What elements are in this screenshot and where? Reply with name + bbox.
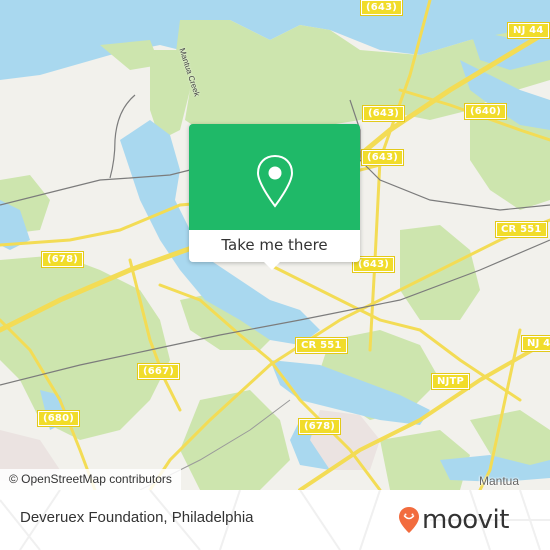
map-view[interactable]: Mantua Creek (643) NJ 44 (643) (640) (64… [0, 0, 550, 490]
moovit-pin-icon [399, 507, 419, 533]
road-shield-678: (678) [297, 418, 342, 435]
take-me-there-button[interactable]: Take me there [189, 230, 360, 262]
road-shield-640: (640) [463, 103, 508, 120]
location-popup[interactable]: Take me there [189, 124, 360, 270]
popup-pointer [264, 262, 280, 270]
moovit-wordmark: moovit [422, 505, 509, 535]
road-shield-680: (680) [36, 410, 81, 427]
place-label-mantua: Mantua [479, 474, 520, 488]
moovit-logo[interactable]: moovit [398, 502, 509, 538]
road-shield-643: (643) [359, 0, 404, 16]
road-shield-667: (667) [136, 363, 181, 380]
map-attribution[interactable]: © OpenStreetMap contributors [0, 469, 181, 490]
park-area [400, 225, 480, 320]
road-shield-678: (678) [40, 251, 85, 268]
place-name: Deveruex Foundation, Philadelphia [20, 509, 254, 526]
map-pin-icon [256, 154, 294, 208]
road-shield-njtp: NJTP [430, 373, 471, 390]
road [368, 158, 382, 352]
road-shield-nj44: NJ 44 [507, 22, 550, 39]
popup-header[interactable] [189, 124, 360, 230]
footer-bar: Deveruex Foundation, Philadelphia moovit [0, 490, 550, 550]
road-shield-cr551: CR 551 [295, 337, 348, 354]
road-shield-nj44: NJ 4 [520, 335, 550, 352]
park-area [180, 390, 290, 490]
road-shield-643: (643) [360, 149, 405, 166]
road-shield-cr551: CR 551 [495, 221, 548, 238]
road-shield-643: (643) [361, 105, 406, 122]
